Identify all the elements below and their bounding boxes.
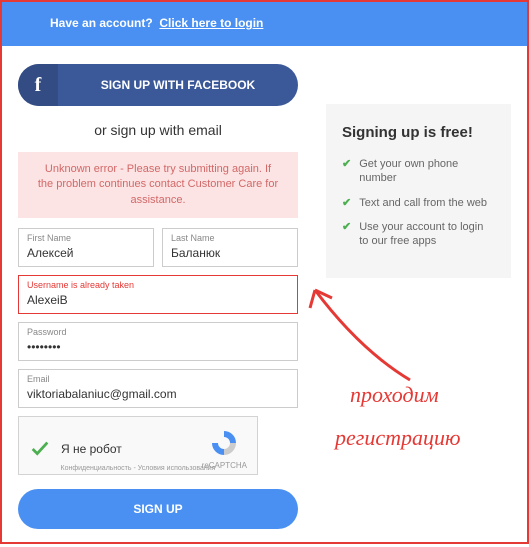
email-input[interactable]: [27, 387, 289, 401]
benefit-item: ✔ Text and call from the web: [342, 196, 495, 210]
recaptcha-checkmark-icon: [29, 438, 51, 460]
benefit-item: ✔ Get your own phone number: [342, 157, 495, 186]
check-icon: ✔: [342, 220, 351, 234]
username-error-label: Username is already taken: [27, 280, 289, 290]
password-label: Password: [27, 327, 289, 337]
signup-button[interactable]: SIGN UP: [18, 489, 298, 529]
password-field[interactable]: Password: [18, 322, 298, 361]
first-name-input[interactable]: [27, 246, 145, 260]
login-banner: Have an account? Click here to login: [0, 0, 529, 46]
facebook-icon: f: [18, 64, 58, 106]
benefit-item: ✔ Use your account to login to our free …: [342, 220, 495, 249]
signup-form: f SIGN UP WITH FACEBOOK or sign up with …: [18, 64, 298, 529]
first-name-label: First Name: [27, 233, 145, 243]
recaptcha-logo-icon: [208, 427, 240, 459]
check-icon: ✔: [342, 196, 351, 210]
facebook-button-label: SIGN UP WITH FACEBOOK: [58, 78, 298, 92]
sidebar-title: Signing up is free!: [342, 124, 495, 141]
last-name-input[interactable]: [171, 246, 289, 260]
annotation-text-2: регистрацию: [335, 425, 461, 451]
email-label: Email: [27, 374, 289, 384]
last-name-field[interactable]: Last Name: [162, 228, 298, 267]
recaptcha-label: Я не робот: [61, 442, 202, 456]
login-link[interactable]: Click here to login: [159, 16, 263, 30]
recaptcha-widget[interactable]: Я не робот reCAPTCHA Конфиденциальность …: [18, 416, 258, 475]
email-field[interactable]: Email: [18, 369, 298, 408]
benefit-text: Get your own phone number: [359, 157, 495, 186]
or-divider: or sign up with email: [18, 122, 298, 138]
annotation-text-1: проходим: [350, 382, 439, 408]
username-field[interactable]: Username is already taken: [18, 275, 298, 314]
check-icon: ✔: [342, 157, 351, 171]
error-message: Unknown error - Please try submitting ag…: [18, 152, 298, 218]
first-name-field[interactable]: First Name: [18, 228, 154, 267]
benefit-text: Text and call from the web: [359, 196, 487, 210]
password-input[interactable]: [27, 340, 289, 354]
facebook-signup-button[interactable]: f SIGN UP WITH FACEBOOK: [18, 64, 298, 106]
benefits-sidebar: Signing up is free! ✔ Get your own phone…: [326, 104, 511, 278]
username-input[interactable]: [27, 293, 289, 307]
banner-prompt: Have an account?: [50, 16, 153, 30]
last-name-label: Last Name: [171, 233, 289, 243]
benefit-text: Use your account to login to our free ap…: [359, 220, 495, 249]
recaptcha-footer: Конфиденциальность - Условия использован…: [19, 465, 257, 472]
